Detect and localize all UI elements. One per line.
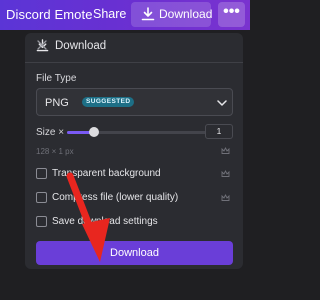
top-download-label: Download xyxy=(159,7,213,21)
option-label: Compress file (lower quality) xyxy=(52,192,179,203)
option-save-settings[interactable]: Save download settings xyxy=(36,214,233,230)
download-icon xyxy=(141,7,155,21)
checkbox[interactable] xyxy=(36,168,47,179)
file-type-value: PNG xyxy=(45,97,69,109)
divider xyxy=(25,62,243,63)
top-download-button[interactable]: Download xyxy=(131,2,213,27)
file-type-label: File Type xyxy=(36,73,77,84)
slider-handle[interactable] xyxy=(89,127,99,137)
chevron-down-icon xyxy=(217,100,227,106)
crown-icon xyxy=(221,147,230,154)
dimensions-text: 128 × 1 px xyxy=(36,147,74,156)
checkbox[interactable] xyxy=(36,216,47,227)
design-title[interactable]: Discord Emote xyxy=(6,7,93,22)
share-button[interactable]: Share xyxy=(93,7,126,21)
option-label: Save download settings xyxy=(52,216,158,227)
panel-header: Download xyxy=(25,33,243,61)
download-panel: Download File Type PNG SUGGESTED Size × … xyxy=(25,33,243,269)
download-button[interactable]: Download xyxy=(36,241,233,265)
size-input[interactable]: 1 xyxy=(205,124,233,139)
top-toolbar: Discord Emote Share Download ••• xyxy=(0,0,250,30)
option-transparent-background[interactable]: Transparent background xyxy=(36,166,233,182)
option-label: Transparent background xyxy=(52,168,161,179)
more-icon[interactable]: ••• xyxy=(218,2,245,27)
checkbox[interactable] xyxy=(36,192,47,203)
file-type-select[interactable]: PNG SUGGESTED xyxy=(36,88,233,116)
panel-title: Download xyxy=(55,40,107,52)
crown-icon xyxy=(221,194,230,201)
suggested-badge: SUGGESTED xyxy=(82,97,135,107)
close-icon[interactable] xyxy=(36,39,48,51)
option-compress-file[interactable]: Compress file (lower quality) xyxy=(36,190,233,206)
crown-icon xyxy=(221,170,230,177)
size-label: Size × xyxy=(36,127,65,138)
